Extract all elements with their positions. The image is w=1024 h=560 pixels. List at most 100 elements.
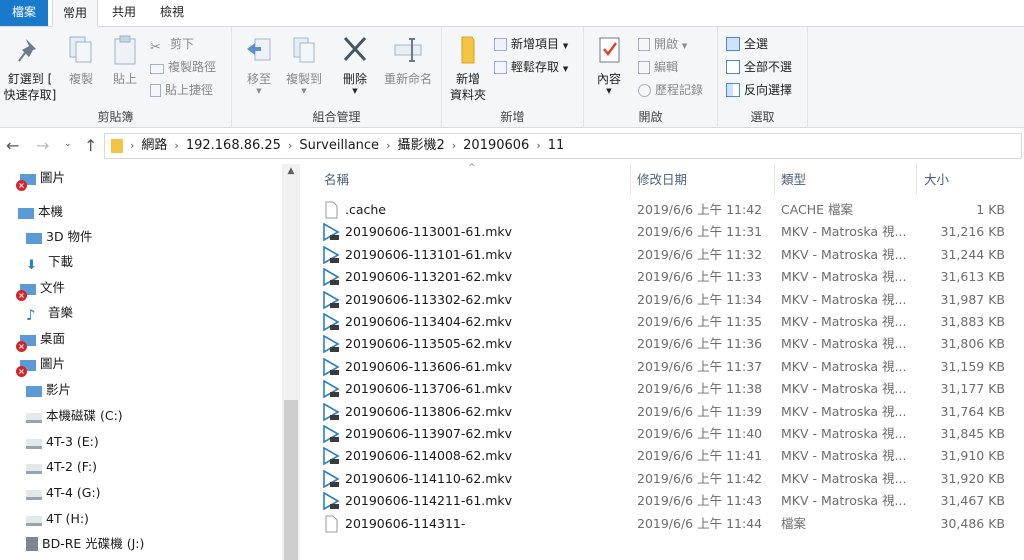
breadcrumb-separator-icon[interactable]: › <box>449 134 459 158</box>
file-row[interactable]: 20190606-113101-61.mkv 2019/6/6 上午 11:32 M… <box>320 244 1024 266</box>
tab-home[interactable]: 常用 <box>52 0 99 27</box>
column-header-type[interactable]: 類型 <box>781 168 806 192</box>
move-to-button[interactable]: 移至 ▼ <box>242 33 276 95</box>
file-row[interactable]: 20190606-113404-62.mkv 2019/6/6 上午 11:35 M… <box>320 311 1024 333</box>
up-button[interactable]: ↑ <box>84 136 97 155</box>
nav-item[interactable]: 3D 物件 <box>26 225 93 249</box>
file-row[interactable]: 20190606-113806-62.mkv 2019/6/6 上午 11:39 M… <box>320 401 1024 423</box>
delete-x-icon <box>343 36 367 62</box>
new-folder-button[interactable]: 新增 資料夾 <box>446 33 490 103</box>
nav-item[interactable]: 4T-4 (G:) <box>26 481 101 505</box>
paste-icon <box>114 35 136 65</box>
pin-to-quick-access-button[interactable]: 釘選到 [ 快速存取] <box>2 33 58 103</box>
easy-access-button[interactable]: 輕鬆存取 ▼ <box>494 56 568 78</box>
nav-item[interactable]: 4T-3 (E:) <box>26 430 99 454</box>
file-row[interactable]: 20190606-113907-62.mkv 2019/6/6 上午 11:40 M… <box>320 423 1024 445</box>
nav-item-label: 桌面 <box>40 331 66 346</box>
copy-path-button[interactable]: 複製路徑 <box>150 56 216 78</box>
nav-item[interactable]: BD-RE 光碟機 (J:) <box>26 532 144 556</box>
new-item-button[interactable]: 新增項目 ▼ <box>494 33 568 55</box>
3d-objects-icon <box>26 233 42 244</box>
rename-button[interactable]: 重新命名 <box>380 33 436 87</box>
file-row[interactable]: 20190606-113201-62.mkv 2019/6/6 上午 11:33 M… <box>320 266 1024 288</box>
cut-button[interactable]: ✂ 剪下 <box>150 33 194 55</box>
file-size: 31,244 KB <box>940 246 1005 262</box>
nav-item-label: 3D 物件 <box>46 229 93 244</box>
file-name: 20190606-113706-61.mkv <box>345 381 513 397</box>
address-bar[interactable]: › 網路 › 192.168.86.25 › Surveillance › 攝影… <box>104 133 1022 159</box>
breadcrumb-separator-icon[interactable]: › <box>171 134 181 158</box>
file-row[interactable]: 20190606-113505-62.mkv 2019/6/6 上午 11:36 M… <box>320 333 1024 355</box>
file-row[interactable]: 20190606-113302-62.mkv 2019/6/6 上午 11:34 M… <box>320 289 1024 311</box>
tab-view[interactable]: 檢視 <box>150 0 194 26</box>
select-all-button[interactable]: 全選 <box>726 33 768 55</box>
open-button[interactable]: 開啟 ▼ <box>638 33 687 55</box>
navigation-scrollbar[interactable]: ▲ <box>282 164 300 560</box>
paste-button[interactable]: 貼上 <box>108 33 142 87</box>
video-file-icon <box>322 491 340 511</box>
forward-button[interactable]: → <box>36 136 49 155</box>
nav-item[interactable]: × 圖片 <box>16 166 65 191</box>
file-row[interactable]: 20190606-113706-61.mkv 2019/6/6 上午 11:38 M… <box>320 378 1024 400</box>
nav-item[interactable]: 本機 <box>18 200 63 224</box>
properties-button[interactable]: 內容 ▼ <box>590 33 628 95</box>
copy-to-button[interactable]: 複製到 ▼ <box>282 33 326 95</box>
breadcrumb-separator-icon[interactable]: › <box>127 134 137 158</box>
pictures-icon: × <box>16 174 36 191</box>
breadcrumb-camera[interactable]: 攝影機2 <box>393 134 448 158</box>
nav-item[interactable]: 4T (H:) <box>26 507 89 531</box>
tab-file[interactable]: 檔案 <box>0 0 48 26</box>
select-none-button[interactable]: 全部不選 <box>726 56 792 78</box>
nav-item[interactable]: × 桌面 <box>16 327 66 352</box>
scroll-up-icon[interactable]: ▲ <box>282 166 300 176</box>
invert-selection-button[interactable]: 反向選擇 <box>726 79 792 101</box>
file-row[interactable]: 20190606-114008-62.mkv 2019/6/6 上午 11:41 M… <box>320 445 1024 467</box>
file-row[interactable]: 20190606-114311- 2019/6/6 上午 11:44 檔案 30,48… <box>320 513 1024 535</box>
breadcrumb-surveillance[interactable]: Surveillance <box>295 134 383 158</box>
breadcrumb-separator-icon[interactable]: › <box>285 134 295 158</box>
breadcrumb-network[interactable]: 網路 <box>137 134 171 158</box>
breadcrumb-host[interactable]: 192.168.86.25 <box>182 134 285 158</box>
nav-item[interactable]: × 圖片 <box>16 352 65 377</box>
file-row[interactable]: 20190606-114211-61.mkv 2019/6/6 上午 11:43 M… <box>320 490 1024 512</box>
column-header-name[interactable]: 名稱 <box>324 168 349 192</box>
file-row[interactable]: 20190606-113001-61.mkv 2019/6/6 上午 11:31 M… <box>320 221 1024 243</box>
paste-shortcut-button[interactable]: 貼上捷徑 <box>150 79 213 101</box>
nav-item[interactable]: 影片 <box>26 378 71 402</box>
delete-button[interactable]: 刪除 ▼ <box>338 33 372 95</box>
file-date: 2019/6/6 上午 11:35 <box>637 314 763 329</box>
breadcrumb-hour[interactable]: 11 <box>544 134 569 158</box>
file-type: MKV - Matroska 視... <box>781 426 907 441</box>
select-all-label: 全選 <box>744 37 769 51</box>
nav-item[interactable]: 本機磁碟 (C:) <box>26 404 123 428</box>
nav-item[interactable]: × 文件 <box>16 276 65 301</box>
file-row[interactable]: 20190606-114110-62.mkv 2019/6/6 上午 11:42 M… <box>320 468 1024 490</box>
tab-share[interactable]: 共用 <box>102 0 146 26</box>
nav-item-label: BD-RE 光碟機 (J:) <box>42 536 145 551</box>
file-row[interactable]: .cache 2019/6/6 上午 11:42 CACHE 檔案 1 KB <box>320 199 1024 221</box>
column-header-date[interactable]: 修改日期 <box>637 168 687 192</box>
nav-item[interactable]: ♪ 音樂 <box>26 301 73 325</box>
breadcrumb-date[interactable]: 20190606 <box>459 134 533 158</box>
move-to-icon <box>247 38 271 61</box>
file-date: 2019/6/6 上午 11:43 <box>637 493 763 509</box>
column-divider[interactable] <box>630 164 631 194</box>
scrollbar-thumb[interactable] <box>284 400 298 560</box>
breadcrumb-separator-icon[interactable]: › <box>383 134 393 158</box>
edit-button[interactable]: 編輯 <box>638 56 678 78</box>
file-row[interactable]: 20190606-113606-61.mkv 2019/6/6 上午 11:37 M… <box>320 356 1024 378</box>
rename-label: 重新命名 <box>383 72 432 86</box>
nav-item[interactable]: ⬇ 下載 <box>26 250 73 274</box>
address-row: ← → ⌄ ↑ › 網路 › 192.168.86.25 › Surveilla… <box>0 130 1024 162</box>
column-divider[interactable] <box>774 164 775 194</box>
column-divider[interactable] <box>916 164 917 194</box>
column-header-size[interactable]: 大小 <box>924 168 949 192</box>
recent-locations-button[interactable]: ⌄ <box>64 139 72 149</box>
history-button[interactable]: 歷程記錄 <box>638 79 703 101</box>
music-icon: ♪ <box>26 306 36 324</box>
back-button[interactable]: ← <box>6 136 19 155</box>
breadcrumb-separator-icon[interactable]: › <box>533 134 543 158</box>
copy-button[interactable]: 複製 <box>64 33 98 87</box>
nav-item[interactable]: 4T-2 (F:) <box>26 455 97 479</box>
video-file-icon <box>322 290 340 309</box>
